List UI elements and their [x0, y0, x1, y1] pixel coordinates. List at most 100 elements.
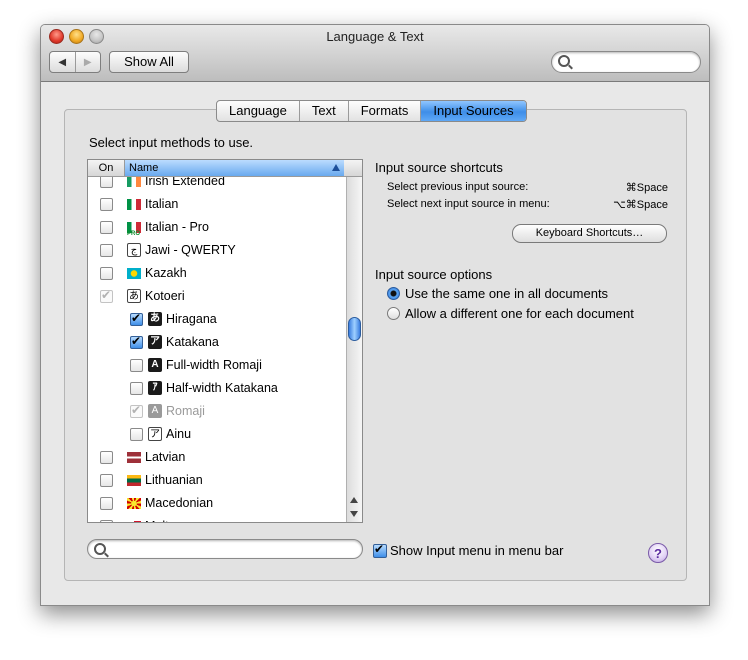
show-input-menu-label[interactable]: Show Input menu in menu bar: [390, 543, 563, 558]
tab-text[interactable]: Text: [300, 101, 349, 121]
back-forward-control: ◀ ▶: [49, 51, 101, 73]
list-header: On Name: [88, 160, 362, 177]
column-header-on[interactable]: On: [88, 160, 125, 176]
enable-checkbox[interactable]: [130, 311, 143, 326]
enable-checkbox[interactable]: [100, 451, 113, 464]
list-item[interactable]: A Romaji: [88, 400, 346, 423]
list-item[interactable]: ア Katakana: [88, 331, 346, 354]
italy-flag-icon: [127, 199, 141, 210]
malta-flag-icon: [127, 521, 141, 522]
macedonia-flag-icon: [127, 498, 141, 509]
enable-checkbox[interactable]: [130, 403, 143, 418]
next-source-shortcut: ⌥⌘Space: [613, 199, 668, 211]
list-item[interactable]: Latvian: [88, 446, 346, 469]
window-title: Language & Text: [326, 29, 424, 44]
list-item-label: Kotoeri: [145, 289, 185, 303]
tab-language[interactable]: Language: [217, 101, 300, 121]
search-icon: [94, 543, 106, 555]
previous-source-label: Select previous input source:: [387, 181, 529, 193]
fullwidth-romaji-icon: A: [148, 358, 162, 372]
list-item-label: Lithuanian: [145, 473, 203, 487]
forward-arrow-icon[interactable]: ▶: [74, 52, 101, 72]
enable-checkbox[interactable]: [130, 359, 143, 372]
list-item[interactable]: A Full-width Romaji: [88, 354, 346, 377]
keyboard-shortcuts-button[interactable]: Keyboard Shortcuts…: [512, 224, 667, 243]
romaji-icon: A: [148, 404, 162, 418]
preferences-window: Language & Text ◀ ▶ Show All Language Te…: [40, 24, 710, 606]
enable-checkbox[interactable]: [100, 177, 113, 188]
enable-checkbox[interactable]: [100, 221, 113, 234]
tab-formats[interactable]: Formats: [349, 101, 422, 121]
help-button[interactable]: ?: [648, 543, 668, 563]
list-item-label: Full-width Romaji: [166, 358, 262, 372]
search-field[interactable]: [551, 51, 701, 73]
radio-same-label[interactable]: Use the same one in all documents: [405, 286, 608, 301]
enable-checkbox[interactable]: [130, 382, 143, 395]
tab-input-sources[interactable]: Input Sources: [421, 101, 526, 121]
list-item-label: Jawi - QWERTY: [145, 243, 236, 257]
options-heading: Input source options: [375, 267, 493, 282]
list-item-label: Irish Extended: [145, 177, 225, 188]
ainu-icon: ア: [148, 427, 162, 441]
shortcuts-heading: Input source shortcuts: [375, 160, 503, 175]
enable-checkbox[interactable]: [100, 520, 113, 522]
enable-checkbox[interactable]: [100, 288, 113, 303]
enable-checkbox[interactable]: [130, 334, 143, 349]
radio-different-label[interactable]: Allow a different one for each document: [405, 306, 634, 321]
list-item-label: Half-width Katakana: [166, 381, 278, 395]
column-header-name-label: Name: [129, 162, 159, 174]
list-item-label: Romaji: [166, 404, 205, 418]
title-bar: Language & Text ◀ ▶ Show All: [41, 25, 709, 82]
list-item[interactable]: ج Jawi - QWERTY: [88, 239, 346, 262]
list-item[interactable]: Italian: [88, 193, 346, 216]
hiragana-icon: あ: [148, 312, 162, 326]
enable-checkbox[interactable]: [100, 474, 113, 487]
list-item-label: Hiragana: [166, 312, 217, 326]
list-item-label: Macedonian: [145, 496, 214, 510]
list-item[interactable]: Macedonian: [88, 492, 346, 515]
kazakhstan-flag-icon: [127, 268, 141, 279]
show-all-button[interactable]: Show All: [109, 51, 189, 73]
list-item[interactable]: Lithuanian: [88, 469, 346, 492]
list-item-label: Italian - Pro: [145, 220, 209, 234]
list-item[interactable]: Maltese: [88, 515, 346, 522]
kotoeri-icon: あ: [127, 289, 141, 303]
next-source-label: Select next input source in menu:: [387, 198, 550, 210]
list-item[interactable]: ｱ Half-width Katakana: [88, 377, 346, 400]
instruction-text: Select input methods to use.: [89, 135, 254, 150]
scroll-down-arrow-icon[interactable]: [350, 511, 358, 517]
input-sources-list[interactable]: On Name Irish Extended Italian PRO Italian …: [87, 159, 363, 523]
irish-flag-icon: [127, 177, 141, 187]
enable-checkbox[interactable]: [100, 267, 113, 280]
lithuania-flag-icon: [127, 475, 141, 486]
list-item-label: Ainu: [166, 427, 192, 441]
show-input-menu-checkbox[interactable]: [373, 542, 387, 558]
radio-different-per-document[interactable]: [387, 307, 400, 320]
list-search-field[interactable]: [87, 539, 363, 559]
jawi-icon: ج: [127, 243, 141, 257]
enable-checkbox[interactable]: [100, 198, 113, 211]
list-rows: Irish Extended Italian PRO Italian - Pro ج Ja…: [88, 177, 346, 522]
list-item[interactable]: Kazakh: [88, 262, 346, 285]
previous-source-shortcut: ⌘Space: [625, 182, 668, 194]
latvia-flag-icon: [127, 452, 141, 463]
enable-checkbox[interactable]: [100, 244, 113, 257]
list-item[interactable]: PRO Italian - Pro: [88, 216, 346, 239]
list-item[interactable]: Irish Extended: [88, 177, 346, 193]
list-item[interactable]: ア Ainu: [88, 423, 346, 446]
pro-badge: PRO: [127, 231, 141, 237]
scrollbar-thumb[interactable]: [348, 317, 361, 341]
back-arrow-icon[interactable]: ◀: [50, 52, 75, 72]
vertical-scrollbar[interactable]: [346, 177, 362, 522]
halfwidth-katakana-icon: ｱ: [148, 381, 162, 395]
scroll-up-arrow-icon[interactable]: [350, 497, 358, 503]
tab-bar: Language Text Formats Input Sources: [216, 100, 527, 122]
radio-same-in-all-documents[interactable]: [387, 287, 400, 300]
enable-checkbox[interactable]: [130, 428, 143, 441]
list-item-label: Katakana: [166, 335, 219, 349]
list-item[interactable]: あ Hiragana: [88, 308, 346, 331]
list-item[interactable]: あ Kotoeri: [88, 285, 346, 308]
column-header-name[interactable]: Name: [125, 160, 344, 176]
enable-checkbox[interactable]: [100, 497, 113, 510]
list-item-label: Kazakh: [145, 266, 187, 280]
